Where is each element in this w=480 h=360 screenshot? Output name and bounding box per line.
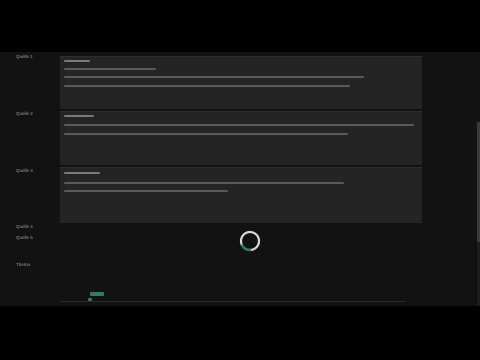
row-label-quelle-5: Quelle 5 bbox=[16, 235, 33, 240]
source-panel-1[interactable] bbox=[60, 56, 422, 109]
row-label-thema: Thema bbox=[16, 262, 31, 267]
panel-text-line bbox=[64, 124, 414, 126]
panel-heading-line bbox=[64, 60, 90, 62]
row-label-quelle-3: Quelle 3 bbox=[16, 168, 33, 173]
panel-text-line bbox=[64, 190, 228, 192]
row-label-quelle-4: Quelle 4 bbox=[16, 224, 33, 229]
timeline-chip[interactable] bbox=[90, 292, 104, 296]
timeline-axis bbox=[60, 301, 406, 302]
panel-text-line bbox=[64, 182, 344, 184]
panel-heading-line bbox=[64, 115, 94, 117]
letterbox-top bbox=[0, 0, 480, 52]
panel-text-line bbox=[64, 85, 350, 87]
panel-text-line bbox=[64, 76, 364, 78]
row-label-quelle-2: Quelle 2 bbox=[16, 111, 33, 116]
row-label-quelle-1: Quelle 1 bbox=[16, 54, 33, 59]
spinner-icon bbox=[239, 230, 261, 252]
letterbox-bottom bbox=[0, 306, 480, 360]
panel-text-line bbox=[64, 133, 348, 135]
timeline-marker[interactable] bbox=[88, 298, 92, 301]
app-window: Quelle 1 Quelle 2 Quelle 3 Quelle 4 Quel… bbox=[0, 52, 480, 306]
panel-heading-line bbox=[64, 172, 100, 174]
source-panel-3[interactable] bbox=[60, 167, 422, 223]
panel-text-line bbox=[64, 68, 156, 70]
source-panel-2[interactable] bbox=[60, 111, 422, 165]
